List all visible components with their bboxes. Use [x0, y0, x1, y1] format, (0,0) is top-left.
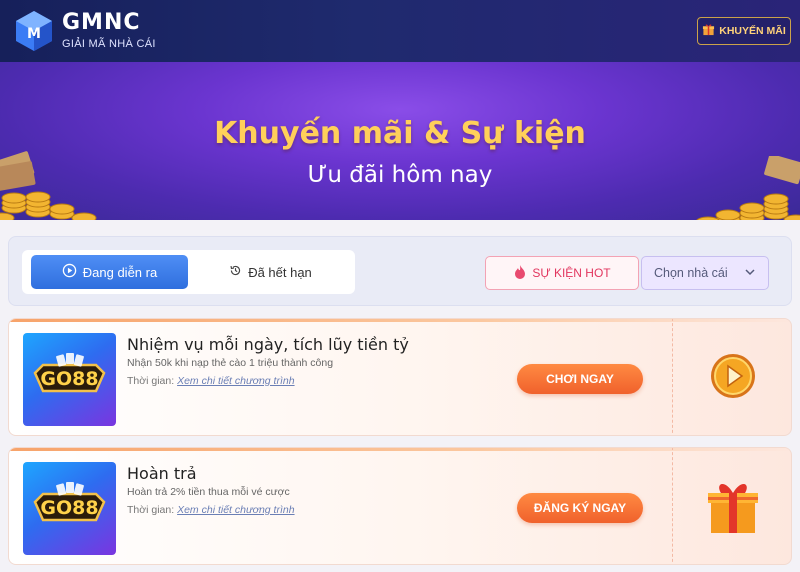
promo-title: Hoàn trả	[127, 464, 197, 483]
flame-icon	[513, 264, 527, 283]
banner-title: Khuyến mãi & Sự kiện	[214, 116, 586, 151]
promo-side-panel	[672, 448, 791, 564]
go88-logo-icon[interactable]: GO88	[23, 333, 116, 426]
promo-time: Thời gian: Xem chi tiết chương trình	[127, 375, 295, 387]
chevron-down-icon	[744, 266, 756, 281]
top-header: M GMNC GIẢI MÃ NHÀ CÁI KHUYẾN MÃI	[0, 0, 800, 62]
promo-time-label: Thời gian:	[127, 375, 175, 387]
promotions-button-label: KHUYẾN MÃI	[719, 25, 786, 37]
svg-text:GO88: GO88	[40, 368, 98, 390]
tab-expired[interactable]: Đã hết hạn	[192, 255, 349, 289]
hot-events-label: SỰ KIỆN HOT	[532, 266, 611, 280]
promo-card: GO88 Hoàn trả Hoàn trả 2% tiền thua mỗi …	[8, 447, 792, 565]
bookmaker-select-value: Chọn nhà cái	[654, 266, 728, 280]
play-now-button[interactable]: CHƠI NGAY	[517, 364, 643, 394]
promo-card: GO88 Nhiệm vụ mỗi ngày, tích lũy tiền tỷ…	[8, 318, 792, 436]
bookmaker-select[interactable]: Chọn nhà cái	[641, 256, 769, 290]
hero-banner: Khuyến mãi & Sự kiện Ưu đãi hôm nay	[0, 62, 800, 220]
go88-logo-icon[interactable]: GO88	[23, 462, 116, 555]
gift-icon	[702, 23, 715, 39]
brand-tagline: GIẢI MÃ NHÀ CÁI	[62, 38, 156, 50]
tab-expired-label: Đã hết hạn	[248, 264, 312, 280]
promo-time: Thời gian: Xem chi tiết chương trình	[127, 504, 295, 516]
hot-events-button[interactable]: SỰ KIỆN HOT	[485, 256, 639, 290]
promo-description: Hoàn trả 2% tiền thua mỗi vé cược	[127, 486, 290, 498]
promo-details-link[interactable]: Xem chi tiết chương trình	[177, 375, 294, 387]
brand-name[interactable]: GMNC	[62, 10, 141, 35]
promotions-button[interactable]: KHUYẾN MÃI	[697, 17, 791, 45]
gmnc-logo-icon[interactable]: M	[12, 9, 56, 53]
history-icon	[229, 264, 242, 280]
promo-details-link[interactable]: Xem chi tiết chương trình	[177, 504, 294, 516]
status-tab-group: Đang diễn ra Đã hết hạn	[22, 250, 355, 294]
play-coin-icon	[708, 351, 758, 406]
promo-time-label: Thời gian:	[127, 504, 175, 516]
promo-side-panel	[672, 319, 791, 435]
play-circle-icon	[62, 263, 77, 281]
filter-bar: Đang diễn ra Đã hết hạn SỰ KIỆN HOT Chọn…	[8, 236, 792, 306]
promo-title: Nhiệm vụ mỗi ngày, tích lũy tiền tỷ	[127, 335, 409, 354]
svg-text:M: M	[27, 26, 41, 42]
tab-ongoing[interactable]: Đang diễn ra	[31, 255, 188, 289]
gift-box-icon	[705, 475, 761, 540]
register-now-button[interactable]: ĐĂNG KÝ NGAY	[517, 493, 643, 523]
tab-ongoing-label: Đang diễn ra	[82, 264, 158, 280]
svg-text:GO88: GO88	[40, 497, 98, 519]
banner-subtitle: Ưu đãi hôm nay	[307, 162, 493, 188]
promo-description: Nhận 50k khi nạp thẻ cào 1 triệu thành c…	[127, 357, 334, 369]
